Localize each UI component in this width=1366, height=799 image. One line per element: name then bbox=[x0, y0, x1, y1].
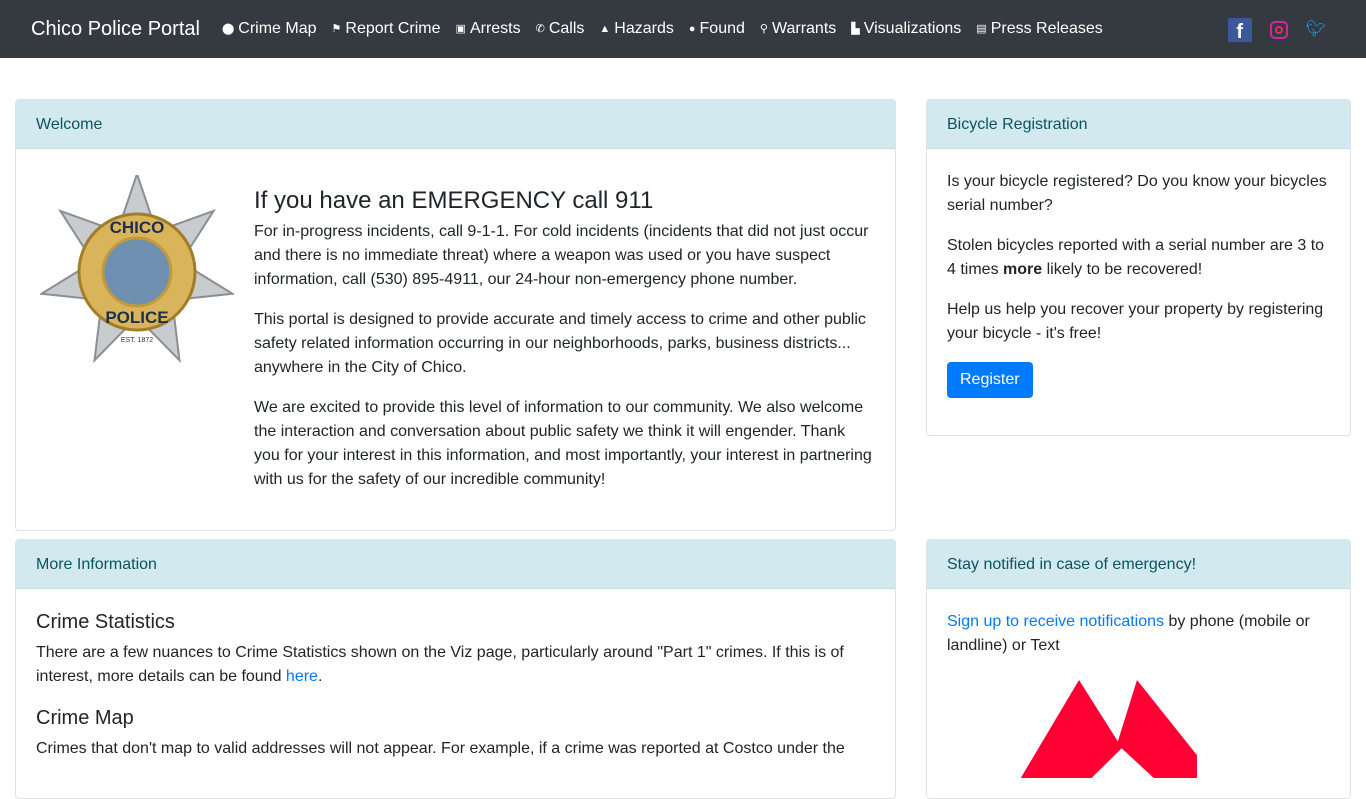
nav-crime-map[interactable]: ⬤ Crime Map bbox=[222, 17, 317, 41]
more-info-card: More Information Crime Statistics There … bbox=[15, 539, 896, 799]
bike-p3: Help us help you recover your property b… bbox=[947, 301, 1324, 342]
nav-arrests[interactable]: ▣ Arrests bbox=[456, 17, 521, 41]
police-badge-logo: CHICO POLICE EST. 1872 bbox=[38, 170, 236, 373]
phone-icon: ✆ bbox=[535, 23, 545, 35]
nav-report-crime[interactable]: ⚑ Report Crime bbox=[332, 17, 441, 41]
bike-p1: Is your bicycle registered? Do you know … bbox=[947, 173, 1327, 214]
nav-press-releases[interactable]: ▤ Press Releases bbox=[976, 17, 1102, 41]
here-link[interactable]: here bbox=[286, 668, 318, 685]
compass-icon: ● bbox=[688, 23, 696, 35]
notify-text: Sign up to receive notifications by phon… bbox=[947, 613, 1310, 654]
notification-logo bbox=[1020, 680, 1197, 778]
crime-map-heading: Crime Map bbox=[36, 707, 134, 729]
search-icon: ⚲ bbox=[759, 23, 768, 35]
newspaper-icon: ▤ bbox=[976, 23, 987, 35]
welcome-p3: We are excited to provide this level of … bbox=[254, 399, 872, 488]
nav-warrants[interactable]: ⚲ Warrants bbox=[760, 17, 836, 41]
facebook-icon[interactable]: f bbox=[1227, 18, 1252, 43]
welcome-card: Welcome CHICO POLICE EST. 1872 If you ha… bbox=[15, 99, 896, 531]
card-header: Welcome bbox=[16, 100, 895, 149]
notify-card: Stay notified in case of emergency! Sign… bbox=[926, 539, 1351, 799]
bike-p2: Stolen bicycles reported with a serial n… bbox=[947, 237, 1325, 278]
card-header: Stay notified in case of emergency! bbox=[927, 540, 1350, 589]
social-links: f 🐦︎ bbox=[1227, 18, 1326, 43]
welcome-p2: This portal is designed to provide accur… bbox=[254, 311, 866, 376]
warning-icon: ▲ bbox=[599, 23, 611, 35]
flag-icon: ⚑ bbox=[331, 23, 342, 35]
instagram-icon[interactable] bbox=[1269, 21, 1288, 39]
nav-found[interactable]: ● Found bbox=[689, 17, 745, 41]
crime-statistics-text: There are a few nuances to Crime Statist… bbox=[36, 644, 844, 685]
nav-hazards[interactable]: ▲ Hazards bbox=[599, 17, 673, 41]
svg-text:EST. 1872: EST. 1872 bbox=[121, 337, 153, 344]
bicycle-card: Bicycle Registration Is your bicycle reg… bbox=[926, 99, 1351, 436]
card-header: Bicycle Registration bbox=[927, 100, 1350, 149]
signup-link[interactable]: Sign up to receive notifications bbox=[947, 613, 1164, 630]
navbar: Chico Police Portal ⬤ Crime Map ⚑ Report Cr… bbox=[0, 0, 1366, 58]
welcome-p1: For in-progress incidents, call 9-1-1. F… bbox=[254, 223, 869, 288]
register-button[interactable]: Register bbox=[947, 362, 1033, 398]
chart-icon: ▙ bbox=[851, 23, 860, 35]
nav-calls[interactable]: ✆ Calls bbox=[536, 17, 585, 41]
nav-visualizations[interactable]: ▙ Visualizations bbox=[851, 17, 961, 41]
brand[interactable]: Chico Police Portal bbox=[31, 17, 200, 41]
crime-map-text: Crimes that don't map to valid addresses… bbox=[36, 740, 845, 757]
card-header: More Information bbox=[16, 540, 895, 589]
svg-text:CHICO: CHICO bbox=[110, 218, 165, 237]
twitter-icon[interactable]: 🐦︎ bbox=[1306, 18, 1326, 42]
emergency-title: If you have an EMERGENCY call 911 bbox=[254, 187, 654, 214]
map-marker-icon: ⬤ bbox=[221, 23, 235, 35]
id-card-icon: ▣ bbox=[455, 23, 466, 35]
svg-text:POLICE: POLICE bbox=[105, 308, 168, 327]
crime-statistics-heading: Crime Statistics bbox=[36, 611, 175, 633]
